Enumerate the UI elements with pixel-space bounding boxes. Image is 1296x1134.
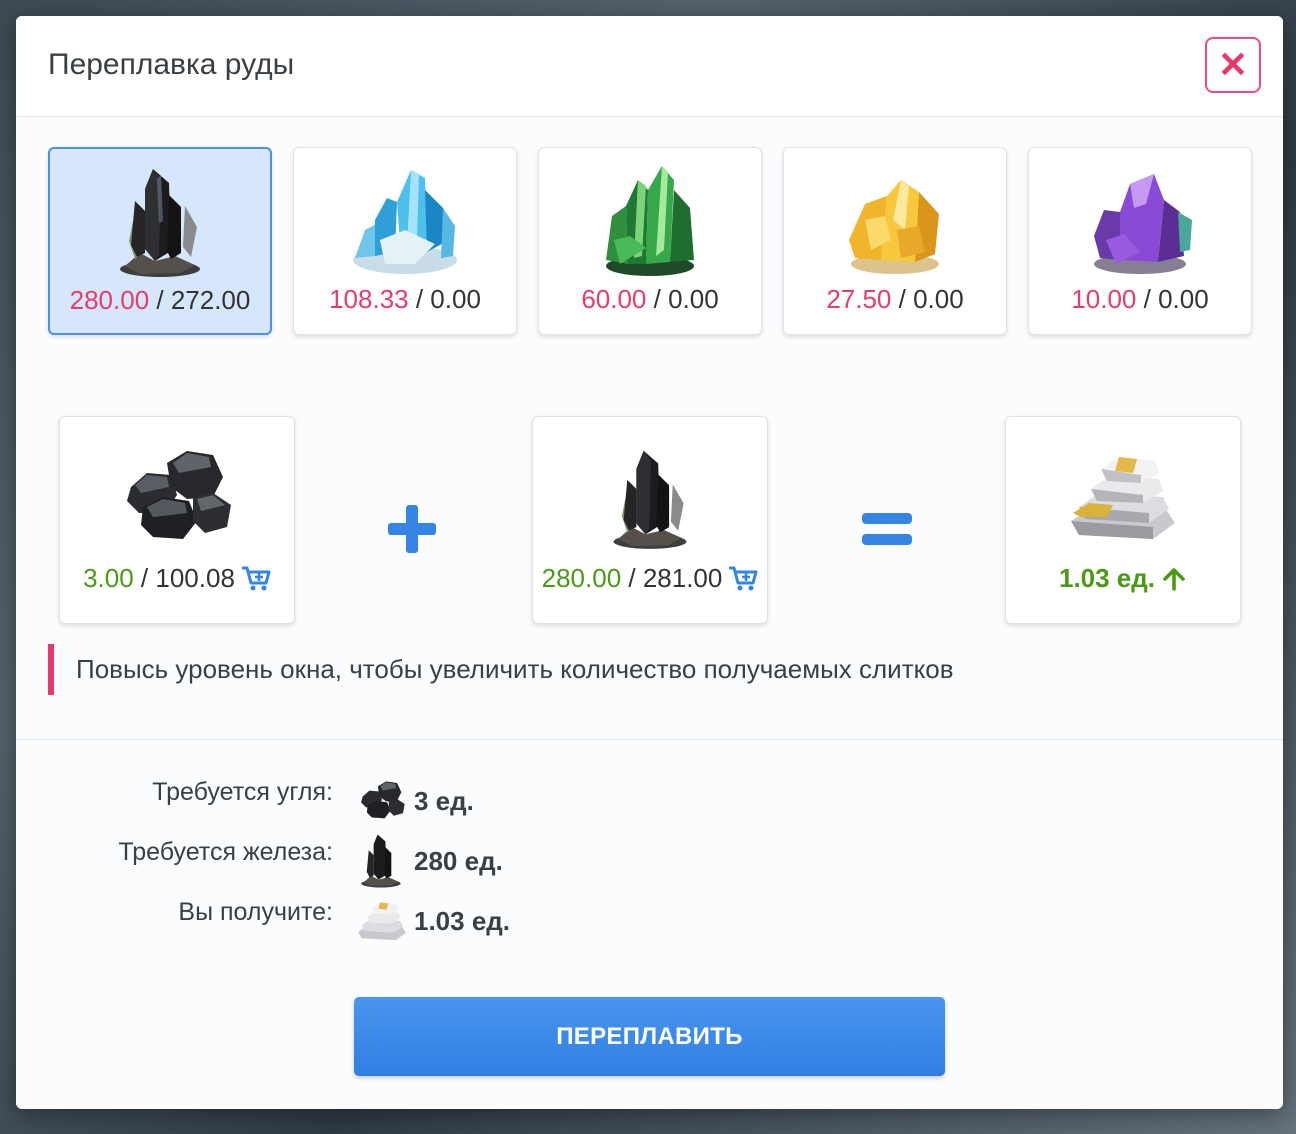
coal-icon xyxy=(127,451,231,539)
dialog-header: Переплавка руды ✕ xyxy=(16,16,1283,117)
arrow-up-icon xyxy=(1163,567,1185,591)
ore-card-purple[interactable]: 10.00 / 0.00 xyxy=(1028,147,1252,335)
recipe-coal-card: 3.00 / 100.08 xyxy=(59,416,295,624)
summary-value-iron: 280 ед. xyxy=(414,846,503,876)
summary-label-iron: Требуется железа: xyxy=(118,838,333,866)
ingot-icon xyxy=(1071,457,1175,539)
recipe-result-card: 1.03 ед. xyxy=(1005,416,1241,624)
coal-icon xyxy=(361,781,405,819)
ore-amount: 10.00 / 0.00 xyxy=(1071,284,1209,314)
close-button[interactable]: ✕ xyxy=(1205,37,1261,93)
equals-sign-icon xyxy=(862,513,912,545)
upgrade-notice: Повысь уровень окна, чтобы увеличить кол… xyxy=(48,644,1248,695)
recipe-ore-card: 280.00 / 281.00 xyxy=(532,416,768,624)
ore-amount: 280.00 / 281.00 xyxy=(533,563,767,594)
ore-amount: 27.50 / 0.00 xyxy=(826,284,964,314)
ingot-icon xyxy=(358,902,406,941)
coal-amount: 3.00 / 100.08 xyxy=(60,563,294,594)
cart-plus-icon[interactable] xyxy=(728,566,758,592)
black-crystal-icon xyxy=(120,169,200,277)
ore-card-yellow[interactable]: 27.50 / 0.00 xyxy=(783,147,1007,335)
summary-value-coal: 3 ед. xyxy=(414,786,474,816)
ore-card-black[interactable]: 280.00 / 272.00 xyxy=(48,147,272,335)
smelting-dialog: Переплавка руды ✕ 280.00 / 272.00 108.33… xyxy=(16,16,1283,1109)
dialog-title: Переплавка руды xyxy=(48,48,295,81)
plus-sign-icon xyxy=(388,505,436,553)
summary-value-result: 1.03 ед. xyxy=(414,906,511,936)
ore-amount: 280.00 / 272.00 xyxy=(69,285,251,315)
smelt-button[interactable]: ПЕРЕПЛАВИТЬ xyxy=(354,997,945,1076)
result-amount: 1.03 ед. xyxy=(1006,563,1240,594)
green-crystal-icon xyxy=(606,166,694,276)
summary-label-result: Вы получите: xyxy=(178,898,333,926)
ore-card-green[interactable]: 60.00 / 0.00 xyxy=(538,147,762,335)
blue-crystal-icon xyxy=(353,170,457,274)
black-crystal-icon xyxy=(361,834,401,888)
close-icon: ✕ xyxy=(1217,44,1249,85)
black-crystal-icon xyxy=(613,450,687,549)
ore-amount: 108.33 / 0.00 xyxy=(329,284,481,314)
purple-crystal-icon xyxy=(1094,174,1192,274)
ore-card-blue[interactable]: 108.33 / 0.00 xyxy=(293,147,517,335)
divider xyxy=(16,739,1283,740)
cart-plus-icon[interactable] xyxy=(241,566,271,592)
summary-label-coal: Требуется угля: xyxy=(152,778,333,806)
ore-amount: 60.00 / 0.00 xyxy=(581,284,719,314)
yellow-crystal-icon xyxy=(849,180,939,274)
